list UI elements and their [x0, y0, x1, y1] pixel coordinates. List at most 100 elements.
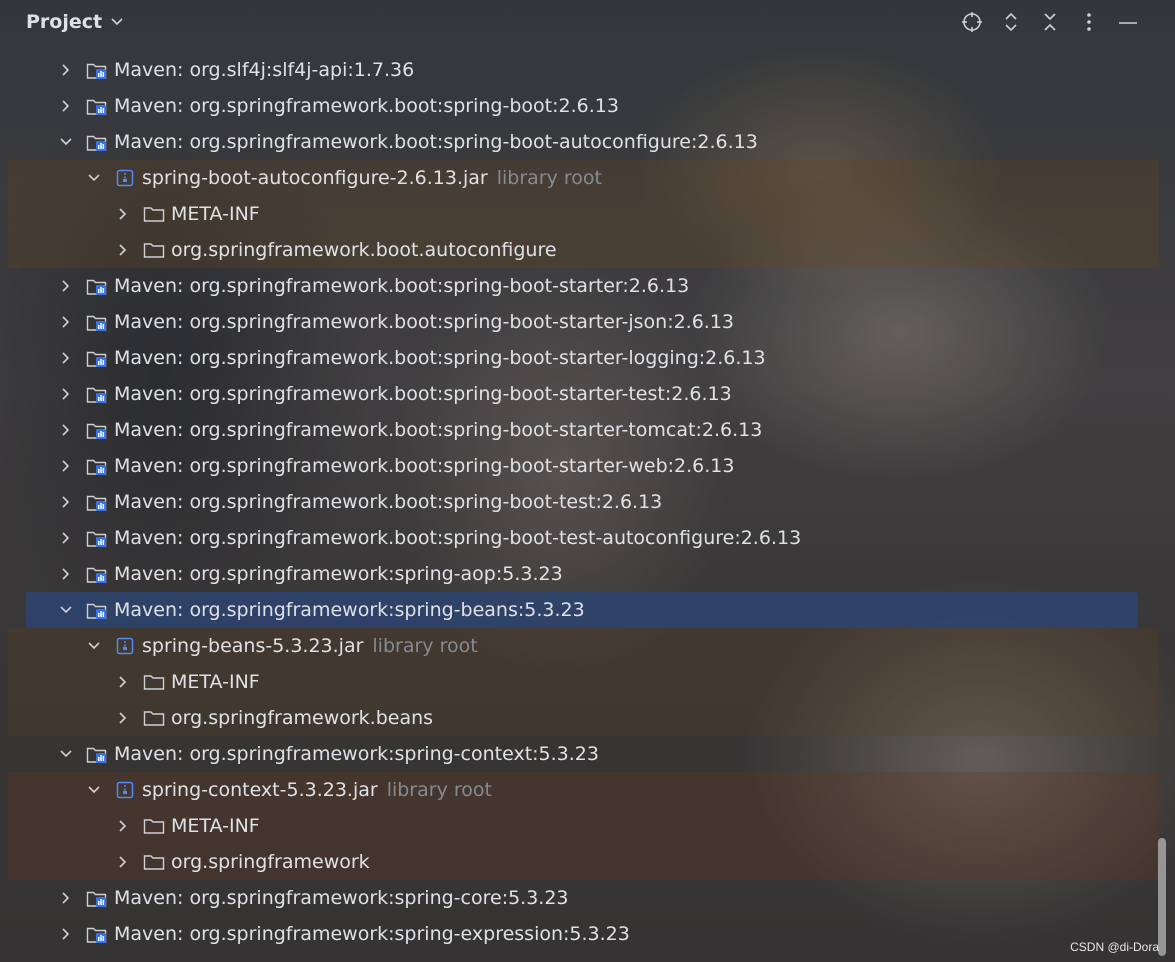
expand-toggle[interactable] [86, 638, 102, 654]
chevron-down-icon [60, 750, 72, 758]
folder-icon [143, 855, 165, 870]
chevron-right-icon [62, 424, 70, 436]
tree-node[interactable]: Maven: org.springframework.boot:spring-b… [26, 520, 1138, 556]
folder-icon [143, 243, 165, 258]
tree-node[interactable]: Maven: org.springframework.boot:spring-b… [26, 376, 1138, 412]
tree-node-label: Maven: org.springframework.boot:spring-b… [114, 311, 735, 333]
maven-library-icon [86, 279, 107, 295]
tree-node[interactable]: Maven: org.springframework.boot:spring-b… [26, 88, 1138, 124]
expand-toggle[interactable] [115, 242, 131, 258]
tree-node[interactable]: Maven: org.springframework.boot:spring-b… [26, 124, 1138, 160]
tree-node[interactable]: Maven: org.springframework.boot:spring-b… [26, 412, 1138, 448]
expand-toggle[interactable] [58, 530, 74, 546]
tree-node[interactable]: META-INF [26, 196, 1138, 232]
expand-toggle[interactable] [58, 566, 74, 582]
tree-node[interactable]: Maven: org.slf4j:slf4j-api:1.7.36 [26, 52, 1138, 88]
tree-node[interactable]: Maven: org.springframework:spring-core:5… [26, 880, 1138, 916]
options-button[interactable] [1069, 8, 1108, 36]
jar-archive-icon [116, 637, 134, 655]
maven-library-icon [86, 495, 107, 511]
tree-node[interactable]: org.springframework.boot.autoconfigure [26, 232, 1138, 268]
tree-node[interactable]: Maven: org.springframework:spring-beans:… [26, 592, 1138, 628]
expand-toggle[interactable] [115, 674, 131, 690]
tree-node[interactable]: org.springframework [26, 844, 1138, 880]
collapse-all-icon [1043, 13, 1056, 31]
node-icon [86, 275, 108, 297]
hide-panel-button[interactable] [1108, 8, 1147, 36]
tree-node[interactable]: Maven: org.springframework.boot:spring-b… [26, 304, 1138, 340]
chevron-right-icon [62, 460, 70, 472]
tree-node[interactable]: Maven: org.springframework.boot:spring-b… [26, 484, 1138, 520]
tree-node[interactable]: Maven: org.springframework.boot:spring-b… [26, 448, 1138, 484]
expand-toggle[interactable] [115, 818, 131, 834]
chevron-right-icon [62, 532, 70, 544]
node-icon [114, 779, 136, 801]
tree-node[interactable]: META-INF [26, 664, 1138, 700]
expand-toggle[interactable] [115, 710, 131, 726]
jar-archive-icon [116, 781, 134, 799]
tree-node[interactable]: Maven: org.springframework:spring-aop:5.… [26, 556, 1138, 592]
node-icon [86, 923, 108, 945]
locate-file-button[interactable] [952, 8, 991, 36]
expand-toggle[interactable] [58, 746, 74, 762]
node-icon [86, 419, 108, 441]
node-icon [143, 671, 165, 693]
expand-toggle[interactable] [58, 926, 74, 942]
node-icon [86, 491, 108, 513]
chevron-down-icon [60, 606, 72, 614]
expand-toggle[interactable] [58, 494, 74, 510]
expand-toggle[interactable] [58, 134, 74, 150]
project-view-selector[interactable]: Project [26, 11, 124, 33]
chevron-down-icon [60, 138, 72, 146]
expand-toggle[interactable] [58, 350, 74, 366]
maven-library-icon [86, 315, 107, 331]
crosshair-icon [961, 12, 982, 32]
tree-node[interactable]: Maven: org.springframework:spring-contex… [26, 736, 1138, 772]
maven-library-icon [86, 603, 107, 619]
tree-node[interactable]: Maven: org.springframework.boot:spring-b… [26, 340, 1138, 376]
expand-toggle[interactable] [58, 458, 74, 474]
tree-node[interactable]: org.springframework.beans [26, 700, 1138, 736]
chevron-right-icon [62, 100, 70, 112]
expand-toggle[interactable] [115, 206, 131, 222]
maven-library-icon [86, 135, 107, 151]
tree-node[interactable]: META-INF [26, 808, 1138, 844]
minimize-icon [1118, 22, 1137, 24]
library-root-hint: library root [372, 635, 478, 657]
chevron-right-icon [119, 712, 127, 724]
tree-node[interactable]: spring-beans-5.3.23.jar library root [26, 628, 1138, 664]
expand-toggle[interactable] [58, 890, 74, 906]
tree-node-label: spring-context-5.3.23.jar [142, 779, 378, 801]
node-icon [86, 455, 108, 477]
project-tree[interactable]: Maven: org.slf4j:slf4j-api:1.7.36 Maven: … [26, 52, 1138, 952]
tree-node[interactable]: Maven: org.springframework.boot:spring-b… [26, 268, 1138, 304]
expand-toggle[interactable] [58, 386, 74, 402]
expand-toggle[interactable] [86, 170, 102, 186]
tree-node-label: Maven: org.springframework:spring-core:5… [114, 887, 569, 909]
maven-library-icon [86, 567, 107, 583]
scrollbar-thumb[interactable] [1158, 838, 1166, 956]
node-icon [86, 599, 108, 621]
library-root-hint: library root [496, 167, 602, 189]
tree-node[interactable]: Maven: org.springframework:spring-expres… [26, 916, 1138, 952]
chevron-right-icon [119, 820, 127, 832]
expand-toggle[interactable] [58, 62, 74, 78]
maven-library-icon [86, 387, 107, 403]
maven-library-icon [86, 63, 107, 79]
node-icon [86, 563, 108, 585]
expand-toggle[interactable] [58, 602, 74, 618]
tree-node[interactable]: spring-boot-autoconfigure-2.6.13.jar libr… [26, 160, 1138, 196]
expand-toggle[interactable] [58, 314, 74, 330]
tree-node[interactable]: spring-context-5.3.23.jar library root [26, 772, 1138, 808]
chevron-right-icon [62, 928, 70, 940]
expand-all-button[interactable] [991, 8, 1030, 36]
expand-toggle[interactable] [58, 278, 74, 294]
collapse-all-button[interactable] [1030, 8, 1069, 36]
expand-toggle[interactable] [115, 854, 131, 870]
node-icon [86, 95, 108, 117]
vertical-scrollbar[interactable] [1158, 52, 1168, 962]
chevron-right-icon [62, 388, 70, 400]
expand-toggle[interactable] [58, 422, 74, 438]
expand-toggle[interactable] [86, 782, 102, 798]
expand-toggle[interactable] [58, 98, 74, 114]
